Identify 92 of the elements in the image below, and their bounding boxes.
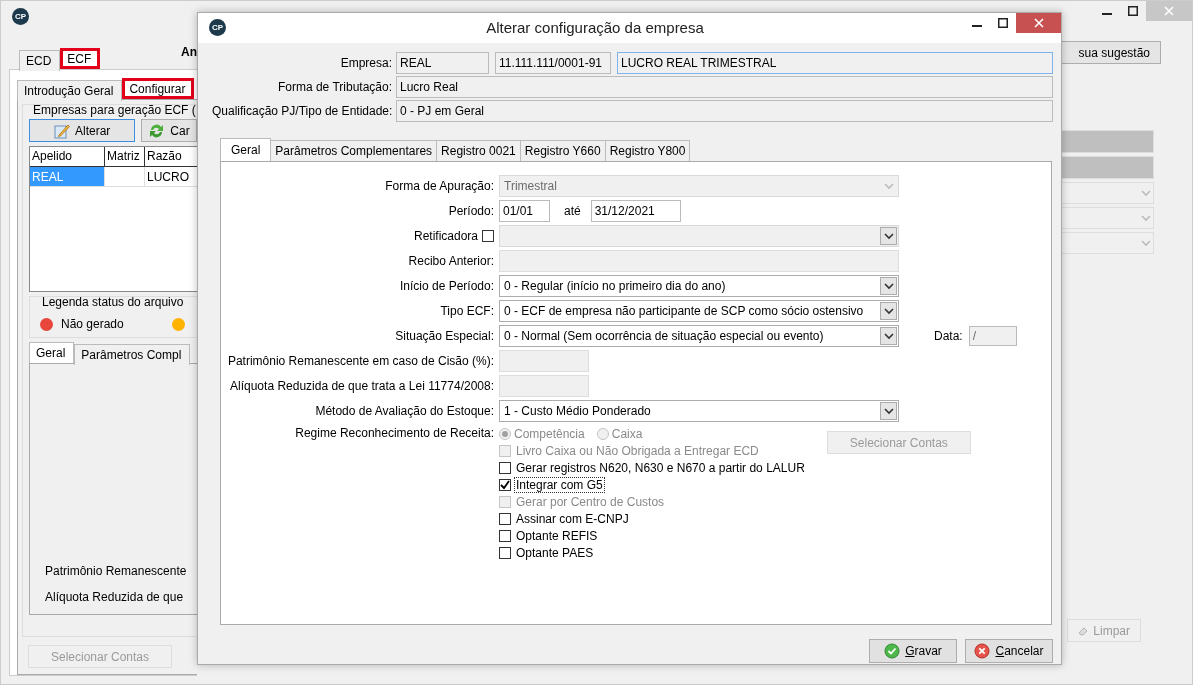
table-cell[interactable]	[105, 167, 145, 187]
field-label: Forma de Tributação:	[276, 80, 392, 94]
section-heading: An	[181, 45, 197, 59]
dropdown[interactable]	[1061, 232, 1154, 254]
field-label: Alíquota Reduzida de que trata a Lei 11774/2008:	[229, 379, 494, 393]
checkbox-label: Gerar por Centro de Custos	[515, 493, 666, 510]
tab[interactable]: ECF	[60, 48, 101, 69]
checkbox-label: Optante PAES	[515, 544, 595, 561]
chevron-down-icon	[1141, 189, 1151, 197]
close-icon	[1164, 6, 1174, 16]
suggestion-button[interactable]: sua sugestão	[1061, 41, 1161, 64]
chevron-down-icon	[883, 307, 894, 315]
field-label: Patrimônio Remanescente em caso de Cisão (%):	[226, 354, 494, 368]
checkbox[interactable]	[499, 512, 511, 525]
chevron-down-icon	[883, 182, 894, 190]
field-label: Período:	[447, 204, 494, 218]
tab[interactable]: Geral	[220, 138, 272, 161]
readonly-field: 0 - PJ em Geral	[396, 100, 1053, 122]
close-circle-icon	[974, 643, 991, 659]
checkbox-label: Assinar com E-CNPJ	[515, 510, 630, 527]
legend-label: Não gerado	[61, 317, 124, 331]
date-field[interactable]: 01/01	[499, 200, 550, 222]
app-logo: CP	[12, 8, 29, 25]
field-label: Patrimônio Remanescente	[45, 564, 188, 578]
minimize-icon	[1102, 13, 1112, 15]
field-label: Tipo ECF:	[439, 304, 494, 318]
dropdown[interactable]	[1061, 207, 1154, 229]
checkbox[interactable]	[499, 546, 511, 559]
checkbox[interactable]	[499, 529, 511, 542]
app-logo: CP	[209, 19, 226, 36]
tab[interactable]: Registro 0021	[436, 140, 521, 161]
maximize-icon	[1128, 6, 1138, 16]
tab[interactable]: ECD	[19, 50, 61, 71]
tab[interactable]: Parâmetros Complementares	[270, 140, 438, 161]
field-label: Retificadora	[413, 229, 478, 243]
readonly-field: Lucro Real	[396, 76, 1053, 98]
group-title: Empresas para geração ECF (	[33, 103, 197, 117]
chevron-down-icon	[883, 232, 894, 240]
field-label: Forma de Apuração:	[384, 179, 494, 193]
toolbar-button[interactable]: Alterar	[29, 119, 136, 142]
date-field[interactable]: /	[968, 326, 1017, 346]
checkbox[interactable]	[499, 461, 511, 474]
readonly-field: 11.111.111/0001-91	[495, 52, 611, 74]
chevron-down-icon	[883, 407, 894, 415]
field-label: Recibo Anterior:	[407, 254, 494, 268]
save-button[interactable]: Gravar	[869, 639, 957, 663]
field-label: Empresa:	[339, 56, 392, 70]
maximize-icon	[998, 18, 1008, 28]
dropdown[interactable]: 0 - Regular (início no primeiro dia do ano)	[499, 275, 899, 297]
dropdown[interactable]: 0 - ECF de empresa não participante de SCP como sócio ostensivo	[499, 300, 899, 322]
field-label: Regime Reconhecimento de Receita:	[294, 426, 494, 440]
chevron-down-icon	[1141, 239, 1151, 247]
cancel-button[interactable]: Cancelar	[965, 639, 1053, 663]
minimize-icon	[972, 25, 982, 27]
tab[interactable]: Registro Y800	[604, 140, 691, 161]
tab[interactable]: Introdução Geral	[17, 80, 123, 101]
field-label: Método de Avaliação do Estoque:	[314, 404, 494, 418]
field-label: Situação Especial:	[394, 329, 494, 343]
dropdown[interactable]: 1 - Custo Médio Ponderado	[499, 400, 899, 422]
field-label: Data:	[934, 329, 963, 343]
radio-label: Caixa	[611, 426, 643, 441]
dropdown[interactable]	[1061, 182, 1154, 204]
pencil-icon	[54, 122, 70, 139]
tab[interactable]: Parâmetros Compl	[74, 344, 191, 365]
radio-label: Competência	[514, 426, 585, 441]
checkbox-label: Integrar com G5	[514, 476, 605, 493]
chevron-down-icon	[883, 332, 894, 340]
close-icon	[1033, 18, 1044, 28]
chevron-down-icon	[883, 282, 894, 290]
tab[interactable]: Configurar	[122, 78, 195, 99]
group-title: Legenda status do arquivo	[42, 295, 185, 309]
field-label: Alíquota Reduzida de que	[45, 590, 185, 604]
checkbox-label: Optante REFIS	[515, 527, 599, 544]
check-circle-icon	[884, 643, 901, 659]
checkbox-label: Livro Caixa ou Não Obrigada a Entregar ECD	[515, 442, 760, 459]
field-label: Início de Período:	[398, 279, 494, 293]
tab[interactable]: Registro Y660	[519, 140, 606, 161]
field-label: Qualificação PJ/Tipo de Entidade:	[212, 104, 392, 118]
date-field[interactable]: 31/12/2021	[590, 200, 681, 222]
toolbar-button[interactable]: Car	[141, 119, 197, 142]
field-label: até	[564, 204, 581, 218]
checkbox[interactable]	[482, 230, 494, 242]
checkmark-icon	[500, 479, 510, 490]
readonly-field: REAL	[396, 52, 489, 74]
checkbox[interactable]	[499, 478, 511, 491]
dialog-title: Alterar configuração da empresa	[485, 19, 705, 36]
checkbox-label: Gerar registros N620, N630 e N670 a partir do LALUR	[515, 459, 806, 476]
dropdown[interactable]: 0 - Normal (Sem ocorrência de situação especial ou evento)	[499, 325, 899, 347]
refresh-icon	[148, 122, 166, 139]
chevron-down-icon	[1141, 214, 1151, 222]
tab[interactable]: Geral	[29, 342, 75, 363]
readonly-field: LUCRO REAL TRIMESTRAL	[617, 52, 1053, 74]
